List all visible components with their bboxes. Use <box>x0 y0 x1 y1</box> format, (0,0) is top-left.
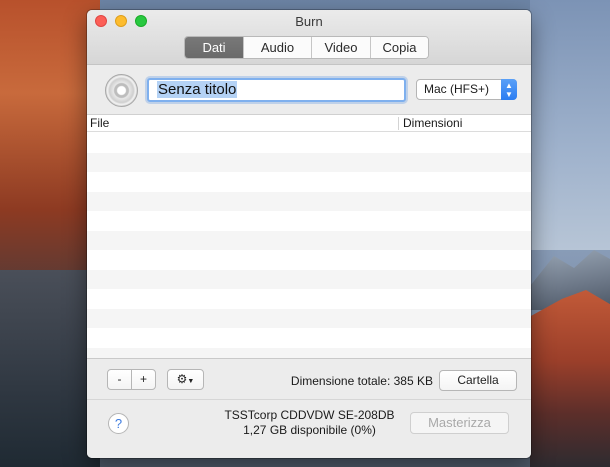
disc-settings-row: Senza titolo Mac (HFS+) ▲ ▼ <box>87 66 531 114</box>
title-bar: Burn Dati Audio Video Copia <box>87 10 531 65</box>
chevron-down-icon: ▼ <box>187 378 195 385</box>
tab-audio[interactable]: Audio <box>244 37 312 58</box>
drive-info: TSSTcorp CDDVDW SE-208DB 1,27 GB disponi… <box>207 408 412 438</box>
table-row <box>87 250 531 270</box>
table-row <box>87 172 531 192</box>
filesystem-select[interactable]: Mac (HFS+) ▲ ▼ <box>416 79 517 100</box>
burn-button[interactable]: Masterizza <box>410 412 509 434</box>
disc-name-input[interactable]: Senza titolo <box>147 78 406 102</box>
table-row <box>87 211 531 231</box>
table-row <box>87 347 531 358</box>
drive-name: TSSTcorp CDDVDW SE-208DB <box>224 408 395 422</box>
table-header: File Dimensioni <box>87 115 531 132</box>
table-row <box>87 308 531 328</box>
wallpaper-hills <box>530 290 610 467</box>
column-divider[interactable] <box>398 117 399 130</box>
filesystem-selected-value: Mac (HFS+) <box>424 82 490 96</box>
file-table[interactable]: File Dimensioni <box>87 114 531 359</box>
cd-disc-icon <box>105 74 138 107</box>
table-row <box>87 191 531 211</box>
drive-space: 1,27 GB disponibile (0%) <box>243 423 376 437</box>
up-down-arrows-icon: ▲ ▼ <box>501 79 517 100</box>
burn-window: Burn Dati Audio Video Copia Senza titolo… <box>87 10 531 458</box>
column-header-dimensioni[interactable]: Dimensioni <box>403 116 462 131</box>
wallpaper-sky <box>530 0 610 250</box>
tab-dati[interactable]: Dati <box>185 37 244 58</box>
bottom-toolbar: - + ⚙▼ Dimensione totale: 385 KB Cartell… <box>87 360 531 400</box>
disc-name-selected-text: Senza titolo <box>157 81 238 98</box>
mode-tabs: Dati Audio Video Copia <box>184 36 429 59</box>
total-size-label: Dimensione totale: 385 KB <box>290 374 433 388</box>
table-row <box>87 328 531 348</box>
window-title: Burn <box>295 14 323 29</box>
table-row <box>87 230 531 250</box>
table-row <box>87 289 531 309</box>
tab-copia[interactable]: Copia <box>371 37 428 58</box>
help-button[interactable]: ? <box>108 413 129 434</box>
status-bar: ? TSSTcorp CDDVDW SE-208DB 1,27 GB dispo… <box>87 400 531 458</box>
remove-item-button[interactable]: - <box>107 369 132 390</box>
tab-video[interactable]: Video <box>312 37 371 58</box>
wallpaper-cliff <box>0 0 100 467</box>
column-header-file[interactable]: File <box>90 116 109 131</box>
new-folder-button[interactable]: Cartella <box>439 370 517 391</box>
gear-icon: ⚙ <box>176 372 188 386</box>
table-row <box>87 133 531 153</box>
add-item-button[interactable]: + <box>131 369 156 390</box>
table-rows <box>87 133 531 358</box>
table-row <box>87 152 531 172</box>
actions-menu-button[interactable]: ⚙▼ <box>167 369 204 390</box>
table-row <box>87 269 531 289</box>
